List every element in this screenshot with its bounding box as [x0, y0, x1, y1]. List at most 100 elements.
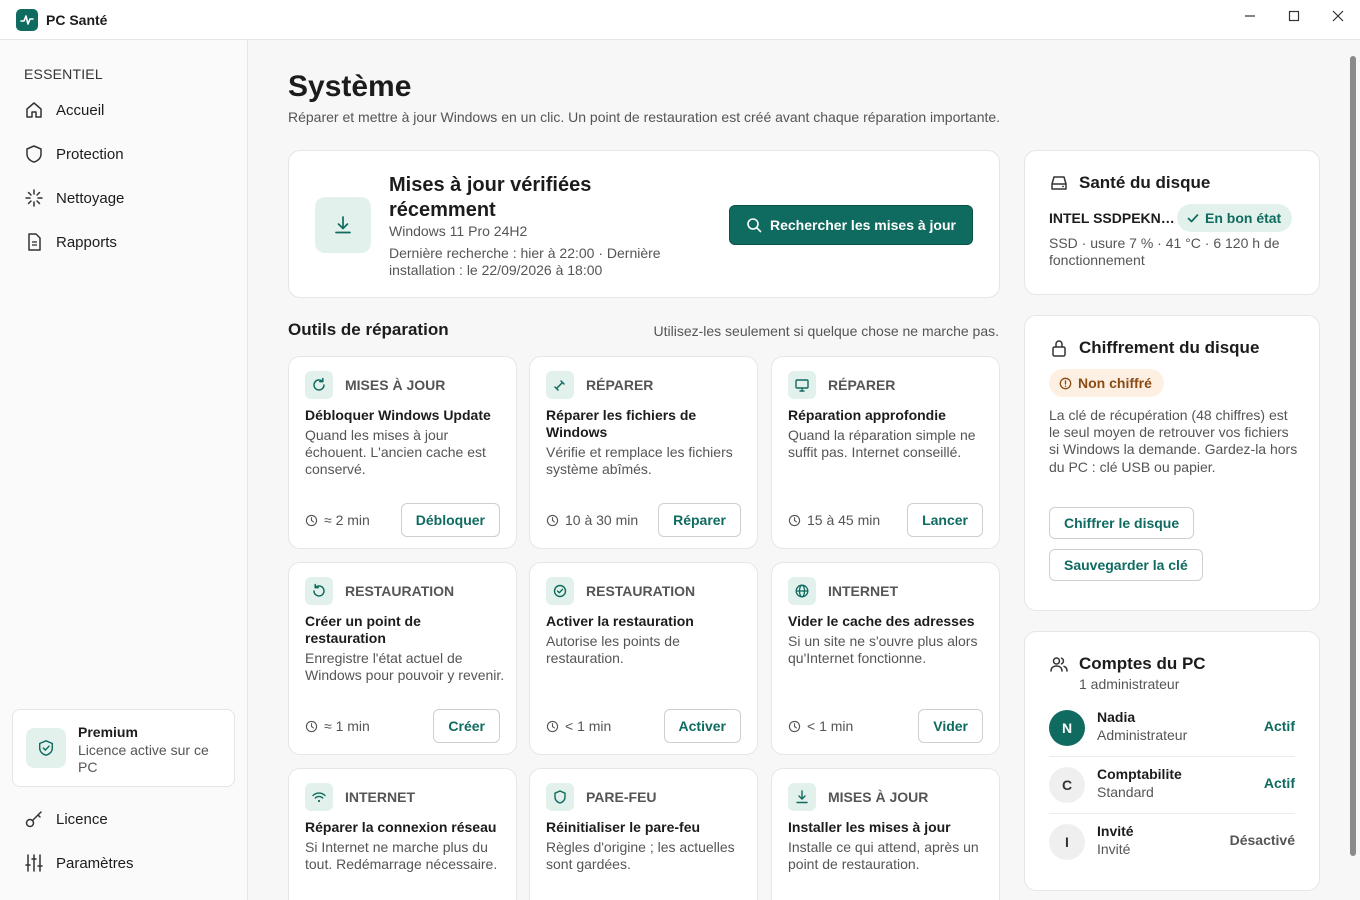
- clock-icon: [546, 514, 559, 526]
- tool-description: Vérifie et remplace les fichiers système…: [546, 444, 733, 477]
- clock-icon: [546, 720, 559, 732]
- tool-category: RESTAURATION: [586, 583, 696, 599]
- tool-title: Activer la restauration: [546, 613, 694, 629]
- globe-icon: [788, 577, 816, 605]
- tool-card: RÉPARER Réparation approfondie Quand la …: [771, 356, 1000, 549]
- tool-category: INTERNET: [345, 789, 415, 805]
- sidebar-item-label: Nettoyage: [56, 189, 125, 207]
- account-role: Administrateur: [1097, 727, 1188, 743]
- flush-dns-button[interactable]: Vider: [918, 709, 983, 743]
- tool-duration: 10 à 30 min: [546, 512, 638, 528]
- account-role: Standard: [1097, 784, 1154, 800]
- sidebar-item-protection[interactable]: Protection: [12, 135, 236, 173]
- tool-card: MISES À JOUR Installer les mises à jour …: [771, 768, 1000, 900]
- tool-duration-text: 15 à 45 min: [807, 512, 881, 528]
- tool-title: Vider le cache des adresses: [788, 613, 975, 629]
- monitor-icon: [788, 371, 816, 399]
- account-status: Actif: [1263, 775, 1295, 791]
- sidebar-item-parametres[interactable]: Paramètres: [12, 844, 236, 882]
- tool-title: Débloquer Windows Update: [305, 407, 491, 423]
- sidebar-item-label: Accueil: [56, 101, 105, 119]
- disk-details: SSD · usure 7 % · 41 °C · 6 120 h de fon…: [1049, 235, 1280, 268]
- key-icon: [12, 809, 56, 829]
- check-icon: [1187, 214, 1199, 223]
- clock-icon: [305, 514, 318, 526]
- page-title: Système: [288, 70, 412, 103]
- tool-description: Si un site ne s'ouvre plus alors qu'Inte…: [788, 633, 978, 666]
- check-circle-icon: [546, 577, 574, 605]
- tool-duration-text: 10 à 30 min: [565, 512, 639, 528]
- repair-files-button[interactable]: Réparer: [658, 503, 741, 537]
- encryption-card: Chiffrement du disque Non chiffré La clé…: [1024, 315, 1320, 611]
- alert-icon: [1059, 377, 1072, 389]
- tool-category: RESTAURATION: [345, 583, 455, 599]
- tool-title: Réinitialiser le pare-feu: [546, 819, 701, 835]
- account-status: Désactivé: [1229, 832, 1295, 848]
- sidebar-item-label: Paramètres: [56, 854, 134, 872]
- account-row[interactable]: C Comptabilite Standard Actif: [1049, 757, 1295, 813]
- tool-category: RÉPARER: [828, 377, 896, 393]
- account-row[interactable]: N Nadia Administrateur Actif: [1049, 700, 1295, 756]
- tool-description: Enregistre l'état actuel de Windows pour…: [305, 650, 505, 683]
- wifi-icon: [305, 783, 333, 811]
- app-logo-icon: [16, 9, 38, 31]
- refresh-icon: [305, 371, 333, 399]
- shield-check-icon: [26, 728, 66, 768]
- enable-restore-button[interactable]: Activer: [663, 709, 741, 743]
- tool-description: Règles d'origine ; les actuelles sont ga…: [546, 839, 735, 872]
- tools-section-hint: Utilisez-les seulement si quelque chose …: [653, 323, 999, 339]
- updates-card: Mises à jour vérifiées récemment Windows…: [288, 150, 1000, 298]
- tool-title: Créer un point de restauration: [305, 613, 421, 646]
- clock-icon: [305, 720, 318, 732]
- firewall-shield-icon: [546, 783, 574, 811]
- scrollbar[interactable]: [1350, 56, 1356, 856]
- check-updates-button[interactable]: Rechercher les mises à jour: [729, 205, 973, 245]
- account-row[interactable]: I Invité Invité Désactivé: [1049, 814, 1295, 870]
- sidebar-section-label: ESSENTIEL: [24, 66, 103, 82]
- avatar: I: [1049, 824, 1085, 860]
- avatar: C: [1049, 767, 1085, 803]
- close-button[interactable]: [1316, 0, 1360, 32]
- accounts-title: Comptes du PC: [1079, 654, 1206, 673]
- account-name: Nadia: [1097, 709, 1136, 725]
- tool-category: PARE-FEU: [586, 789, 657, 805]
- account-name: Comptabilite: [1097, 766, 1182, 782]
- tool-duration: < 1 min: [788, 718, 853, 734]
- create-restore-point-button[interactable]: Créer: [433, 709, 500, 743]
- minimize-button[interactable]: [1228, 0, 1272, 32]
- tool-card: INTERNET Réparer la connexion réseau Si …: [288, 768, 517, 900]
- app-title: PC Santé: [46, 12, 108, 28]
- sidebar-item-accueil[interactable]: Accueil: [12, 91, 236, 129]
- deep-repair-button[interactable]: Lancer: [907, 503, 983, 537]
- tool-category: MISES À JOUR: [828, 789, 929, 805]
- disk-health-title: Santé du disque: [1079, 173, 1211, 192]
- tool-duration: ≈ 2 min: [305, 512, 370, 528]
- tool-description: Si Internet ne marche plus du tout. Redé…: [305, 839, 498, 872]
- tool-card: RÉPARER Réparer les fichiers de Windows …: [529, 356, 758, 549]
- sidebar-item-nettoyage[interactable]: Nettoyage: [12, 179, 236, 217]
- unblock-update-button[interactable]: Débloquer: [400, 503, 500, 537]
- sliders-icon: [12, 853, 56, 873]
- premium-title: Premium: [78, 724, 138, 740]
- disk-health-card: Santé du disque INTEL SSDPEKN… En bon ét…: [1024, 150, 1320, 295]
- tool-title: Réparation approfondie: [788, 407, 946, 423]
- lock-icon: [1049, 338, 1069, 363]
- shield-icon: [12, 144, 56, 164]
- premium-card[interactable]: Premium Licence active sur ce PC: [12, 709, 235, 787]
- tool-title: Réparer la connexion réseau: [305, 819, 497, 835]
- disk-status-badge: En bon état: [1177, 204, 1293, 232]
- tool-card: INTERNET Vider le cache des adresses Si …: [771, 562, 1000, 755]
- sidebar-item-label: Rapports: [56, 233, 117, 251]
- maximize-button[interactable]: [1272, 0, 1316, 32]
- download-icon: [315, 197, 371, 253]
- tool-description: Installe ce qui attend, après un point d…: [788, 839, 979, 872]
- sidebar-item-licence[interactable]: Licence: [12, 800, 236, 838]
- home-icon: [12, 100, 56, 120]
- disk-model: INTEL SSDPEKN…: [1049, 210, 1175, 226]
- encrypt-disk-button[interactable]: Chiffrer le disque: [1049, 507, 1195, 539]
- sidebar-item-rapports[interactable]: Rapports: [12, 223, 236, 261]
- save-key-button[interactable]: Sauvegarder la clé: [1049, 549, 1203, 581]
- tool-description: Quand les mises à jour échouent. L'ancie…: [305, 427, 486, 477]
- disk-status-text: En bon état: [1205, 210, 1282, 226]
- search-icon: [747, 218, 762, 233]
